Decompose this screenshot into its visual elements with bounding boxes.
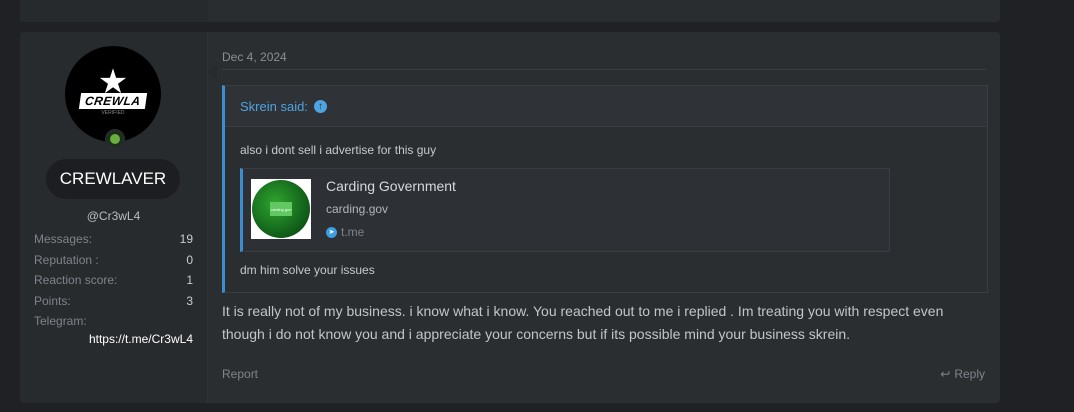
stat-value: 0 [186,252,193,267]
quote-text: dm him solve your issues [240,263,375,277]
embed-source: ➤ t.me [326,225,364,239]
avatar-logo-text: CREWLA [79,92,147,109]
embed-title[interactable]: Carding Government [326,178,456,194]
stat-label: Reaction score: [34,273,118,287]
stat-row-reaction-score: Reaction score: 1 [34,272,193,293]
message-arrow [207,62,217,82]
quote-author[interactable]: Skrein said: [240,99,308,114]
reply-label: Reply [954,367,985,381]
avatar-logo-sub: VERIFIED [101,109,125,116]
telegram-link[interactable]: https://t.me/Cr3wL4 [34,332,193,346]
stat-label: Messages: [34,232,93,246]
embed-domain: carding.gov [326,202,389,216]
embed-thumb-card: carding.gov [270,202,292,216]
quote-block: Skrein said: ↑ also i dont sell i advert… [222,85,988,293]
quote-header[interactable]: Skrein said: ↑ [225,86,987,127]
stat-row-reputation: Reputation : 0 [34,252,193,273]
telegram-icon: ➤ [326,226,337,238]
user-stats: Messages: 19 Reputation : 0 Reaction sco… [34,231,193,346]
user-column: ★ CREWLA VERIFIED CREWLAVER @Cr3wL4 Mess… [20,32,208,403]
previous-post [20,0,1000,22]
online-status-icon [105,129,125,149]
report-link[interactable]: Report [222,367,258,381]
previous-user-column [20,0,208,22]
post-date[interactable]: Dec 4, 2024 [222,50,287,64]
username[interactable]: CREWLAVER [46,159,180,199]
post-body: It is really not of my business. i know … [222,303,944,342]
user-handle: @Cr3wL4 [86,209,141,223]
reply-icon: ↩ [940,367,951,381]
link-embed[interactable]: carding.gov Carding Government carding.g… [240,168,890,252]
stat-label: Telegram: [34,314,87,328]
globe-icon: carding.gov [252,180,310,238]
stat-row-messages: Messages: 19 [34,231,193,252]
star-icon: ★ [97,62,129,101]
avatar[interactable]: ★ CREWLA VERIFIED [65,46,161,142]
arrow-up-icon[interactable]: ↑ [313,99,327,113]
stat-value: 19 [179,232,193,246]
divider [222,69,986,70]
stat-row-points: Points: 3 [34,293,193,314]
reply-button[interactable]: ↩ Reply [940,367,985,381]
quote-text: also i dont sell i advertise for this gu… [240,143,437,157]
stat-value: 1 [186,273,193,287]
stat-label: Reputation : [34,252,99,267]
stat-row-telegram: Telegram: [34,313,193,334]
embed-source-label: t.me [341,225,365,239]
stat-label: Points: [34,293,71,308]
stat-value: 3 [186,293,193,308]
forum-post: ★ CREWLA VERIFIED CREWLAVER @Cr3wL4 Mess… [20,32,1000,403]
embed-thumbnail: carding.gov [251,179,311,239]
